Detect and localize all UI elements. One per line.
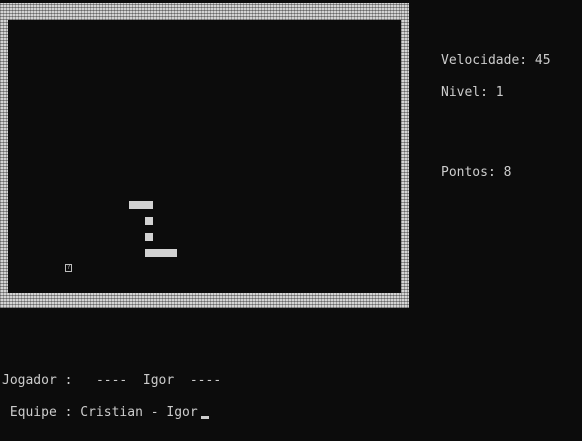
text-cursor [201,416,209,419]
board-wall-right [401,3,409,308]
snake-segment [145,217,153,225]
board-wall-top [0,3,409,20]
score-label: Pontos: [441,165,496,180]
score-value: 8 [503,165,512,180]
board-wall-bottom [0,293,409,308]
score-stat: Pontos: 8 [441,165,511,181]
player-line: Jogador : ---- Igor ---- [2,373,221,389]
speed-value: 45 [534,53,551,68]
snake-segment [145,249,177,257]
snake-segment [145,233,153,241]
level-label: Nivel: [441,85,488,100]
game-board [8,20,401,293]
board-wall-left [0,3,8,308]
speed-label: Velocidade: [441,53,528,68]
team-label: Equipe : [2,405,73,420]
player-label: Jogador : [2,373,73,388]
level-value: 1 [495,85,504,100]
level-stat: Nivel: 1 [441,85,504,101]
team-members: Cristian - Igor [80,405,198,420]
speed-stat: Velocidade: 45 [441,53,551,69]
player-name: ---- Igor ---- [95,373,222,388]
food-icon: ? [65,264,72,272]
snake-segment [129,201,153,209]
team-line: Equipe : Cristian - Igor [2,405,198,421]
food-glyph: ? [66,264,71,271]
